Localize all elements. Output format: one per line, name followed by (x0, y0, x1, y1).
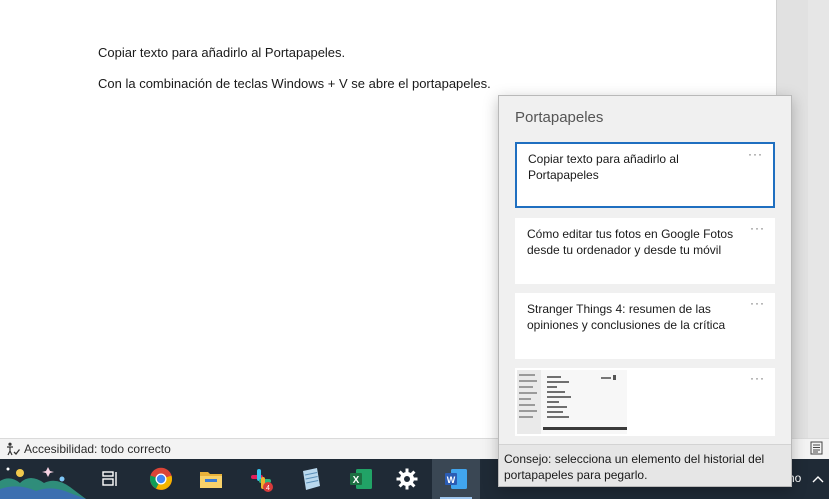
clipboard-tip: Consejo: selecciona un elemento del hist… (499, 444, 791, 486)
clipboard-item-2[interactable]: Cómo editar tus fotos en Google Fotos de… (515, 218, 775, 284)
file-explorer-icon (200, 472, 222, 488)
notepad-button[interactable] (288, 459, 334, 499)
clipboard-item-1[interactable]: Copiar texto para añadirlo al Portapapel… (515, 142, 775, 208)
clipboard-item-text: Cómo editar tus fotos en Google Fotos de… (527, 227, 734, 257)
chrome-button[interactable] (138, 459, 184, 499)
slack-icon: 4 (251, 469, 273, 492)
clipboard-item-4[interactable]: ··· (515, 368, 775, 436)
excel-icon: X (350, 469, 372, 489)
accessibility-checker[interactable]: Accesibilidad: todo correcto (6, 442, 171, 456)
weather-widget[interactable] (0, 459, 86, 499)
document-paragraph-1[interactable]: Copiar texto para añadirlo al Portapapel… (98, 45, 345, 60)
clipboard-image-thumbnail (517, 370, 627, 434)
weather-widget-icon (0, 467, 86, 499)
clipboard-item-text: Copiar texto para añadirlo al Portapapel… (528, 152, 679, 182)
more-options-icon[interactable]: ··· (750, 222, 765, 234)
svg-text:W: W (447, 475, 456, 485)
task-view-icon (102, 471, 117, 486)
slack-button[interactable]: 4 (238, 459, 284, 499)
task-view-button[interactable] (87, 459, 133, 499)
notepad-icon (303, 468, 320, 490)
clipboard-tip-text: Consejo: selecciona un elemento del hist… (504, 452, 765, 482)
clipboard-item-3[interactable]: Stranger Things 4: resumen de las opinio… (515, 293, 775, 359)
clipboard-item-text: Stranger Things 4: resumen de las opinio… (527, 302, 726, 332)
settings-gear-icon (396, 468, 418, 490)
more-options-icon[interactable]: ··· (748, 148, 763, 160)
file-explorer-button[interactable] (188, 459, 234, 499)
slack-badge-count: 4 (266, 485, 270, 492)
word-icon: W (445, 469, 467, 489)
vertical-scrollbar[interactable] (808, 0, 829, 438)
clipboard-history-panel: Portapapeles Copiar texto para añadirlo … (498, 95, 792, 487)
accessibility-label: Accesibilidad: todo correcto (24, 442, 171, 456)
more-options-icon[interactable]: ··· (750, 372, 765, 384)
clipboard-title: Portapapeles (515, 109, 604, 126)
accessibility-person-icon (6, 442, 21, 456)
tray-overflow-icon[interactable] (808, 473, 828, 485)
document-paragraph-2[interactable]: Con la combinación de teclas Windows + V… (98, 76, 491, 91)
settings-button[interactable] (384, 459, 430, 499)
read-mode-icon[interactable] (810, 441, 823, 455)
svg-text:X: X (353, 475, 360, 486)
more-options-icon[interactable]: ··· (750, 297, 765, 309)
excel-button[interactable]: X (338, 459, 384, 499)
word-button[interactable]: W (432, 459, 480, 499)
chrome-icon (149, 467, 173, 490)
